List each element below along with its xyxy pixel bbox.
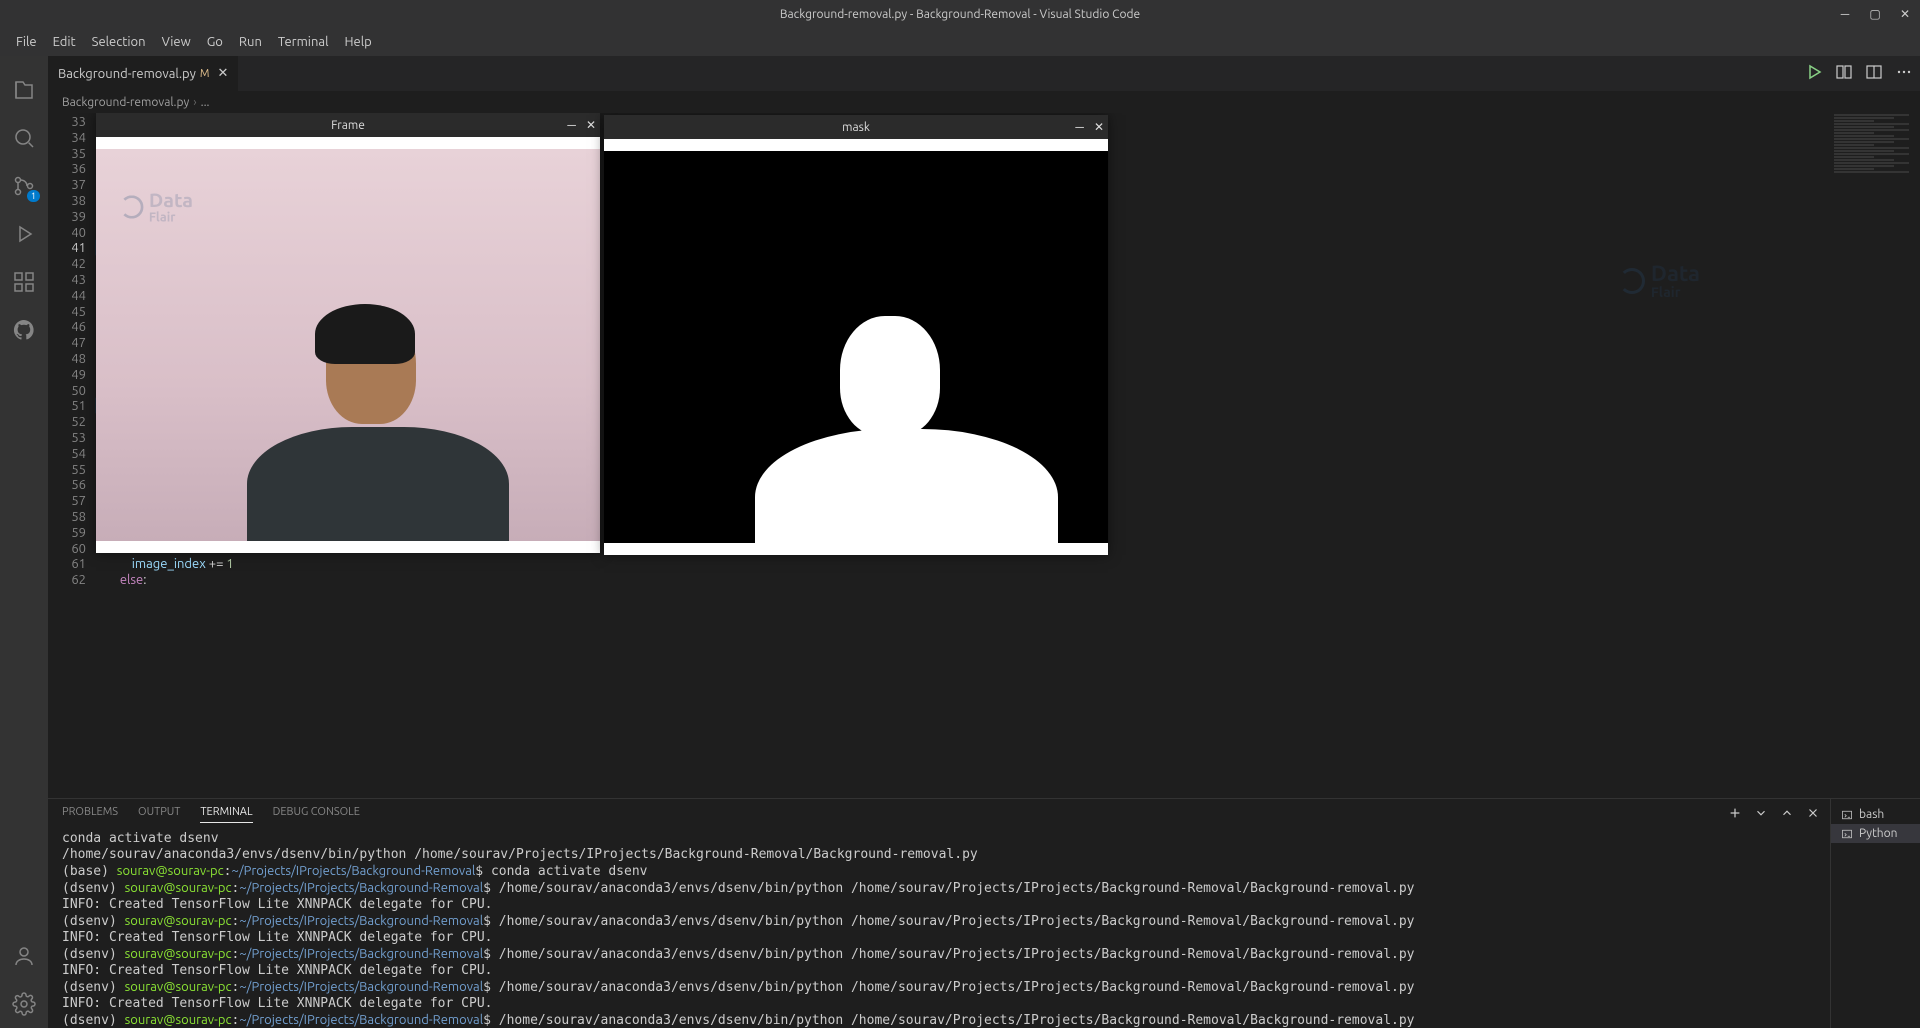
panel-tabs: PROBLEMS OUTPUT TERMINAL DEBUG CONSOLE (48, 799, 1830, 829)
menu-help[interactable]: Help (336, 31, 379, 53)
split-editor-icon[interactable] (1866, 64, 1882, 84)
tab-modified-indicator: M (200, 68, 210, 80)
extensions-icon[interactable] (0, 258, 48, 306)
github-icon[interactable] (0, 306, 48, 354)
os-window-close-icon[interactable]: ✕ (1094, 120, 1104, 134)
split-compare-icon[interactable] (1836, 64, 1852, 84)
terminal-item-bash[interactable]: bash (1831, 805, 1920, 824)
os-window-titlebar[interactable]: Frame ─ ✕ (96, 113, 600, 137)
window-close-button[interactable]: ✕ (1890, 0, 1920, 28)
source-control-icon[interactable]: 1 (0, 162, 48, 210)
terminal-item-python[interactable]: Python (1831, 824, 1920, 843)
menu-view[interactable]: View (154, 31, 199, 53)
terminal-icon (1841, 809, 1853, 821)
menu-terminal[interactable]: Terminal (270, 31, 337, 53)
activity-bar: 1 (0, 56, 48, 1028)
os-window-close-icon[interactable]: ✕ (586, 118, 596, 132)
terminal-sidebar: bash Python (1830, 799, 1920, 1028)
panel-tab-debug-console[interactable]: DEBUG CONSOLE (273, 806, 360, 822)
breadcrumb-file: Background-removal.py (62, 96, 189, 109)
tab-filename: Background-removal.py (58, 67, 196, 81)
os-window-minimize-icon[interactable]: ─ (1075, 120, 1084, 134)
os-window-titlebar[interactable]: mask ─ ✕ (604, 115, 1108, 139)
terminal-icon (1841, 828, 1853, 840)
code-editor[interactable]: 3334353637383940414243444546474849505152… (48, 113, 1920, 798)
more-actions-icon[interactable] (1896, 64, 1912, 84)
explorer-icon[interactable] (0, 66, 48, 114)
chevron-right-icon: › (193, 96, 196, 109)
settings-gear-icon[interactable] (0, 980, 48, 1028)
terminal-dropdown-icon[interactable] (1754, 806, 1768, 823)
menu-edit[interactable]: Edit (45, 31, 84, 53)
menu-bar: File Edit Selection View Go Run Terminal… (0, 28, 1920, 56)
window-titlebar: Background-removal.py - Background-Remov… (0, 0, 1920, 28)
panel-tab-problems[interactable]: PROBLEMS (62, 806, 118, 822)
maximize-panel-icon[interactable] (1780, 806, 1794, 823)
watermark: DataFlair (120, 191, 193, 223)
line-number-gutter: 3334353637383940414243444546474849505152… (48, 113, 96, 798)
new-terminal-icon[interactable] (1728, 806, 1742, 823)
search-icon[interactable] (0, 114, 48, 162)
person-figure (247, 314, 509, 541)
menu-file[interactable]: File (8, 31, 45, 53)
minimap[interactable] (1830, 113, 1920, 313)
accounts-icon[interactable] (0, 932, 48, 980)
menu-go[interactable]: Go (199, 31, 231, 53)
panel-tab-terminal[interactable]: TERMINAL (200, 806, 252, 823)
silhouette (755, 316, 1057, 543)
terminal-output[interactable]: conda activate dsenv /home/sourav/anacon… (48, 829, 1830, 1028)
editor-tab-active[interactable]: Background-removal.py M ✕ (48, 56, 239, 91)
menu-run[interactable]: Run (231, 31, 270, 53)
terminal-item-label: Python (1859, 827, 1898, 840)
mask-image-view (604, 139, 1108, 555)
window-minimize-button[interactable]: ─ (1830, 0, 1860, 28)
os-window-title: mask (842, 121, 870, 134)
terminal-item-label: bash (1859, 808, 1884, 821)
tab-close-icon[interactable]: ✕ (217, 66, 228, 81)
panel-tab-output[interactable]: OUTPUT (138, 806, 180, 822)
scm-badge: 1 (27, 190, 40, 202)
breadcrumb[interactable]: Background-removal.py › ... (48, 91, 1920, 113)
editor-tabs: Background-removal.py M ✕ (48, 56, 1920, 91)
bottom-panel: PROBLEMS OUTPUT TERMINAL DEBUG CONSOLE c… (48, 798, 1920, 1028)
window-title: Background-removal.py - Background-Remov… (780, 8, 1140, 21)
breadcrumb-rest: ... (201, 96, 210, 109)
run-debug-icon[interactable] (0, 210, 48, 258)
os-window-title: Frame (331, 119, 365, 132)
run-python-button[interactable] (1806, 64, 1822, 84)
os-window-mask[interactable]: mask ─ ✕ (604, 115, 1108, 555)
window-maximize-button[interactable]: ▢ (1860, 0, 1890, 28)
os-window-minimize-icon[interactable]: ─ (567, 118, 576, 132)
os-window-frame[interactable]: Frame ─ ✕ DataFlair (96, 113, 600, 553)
close-panel-icon[interactable] (1806, 806, 1820, 823)
menu-selection[interactable]: Selection (84, 31, 154, 53)
frame-image-view: DataFlair (96, 137, 600, 553)
